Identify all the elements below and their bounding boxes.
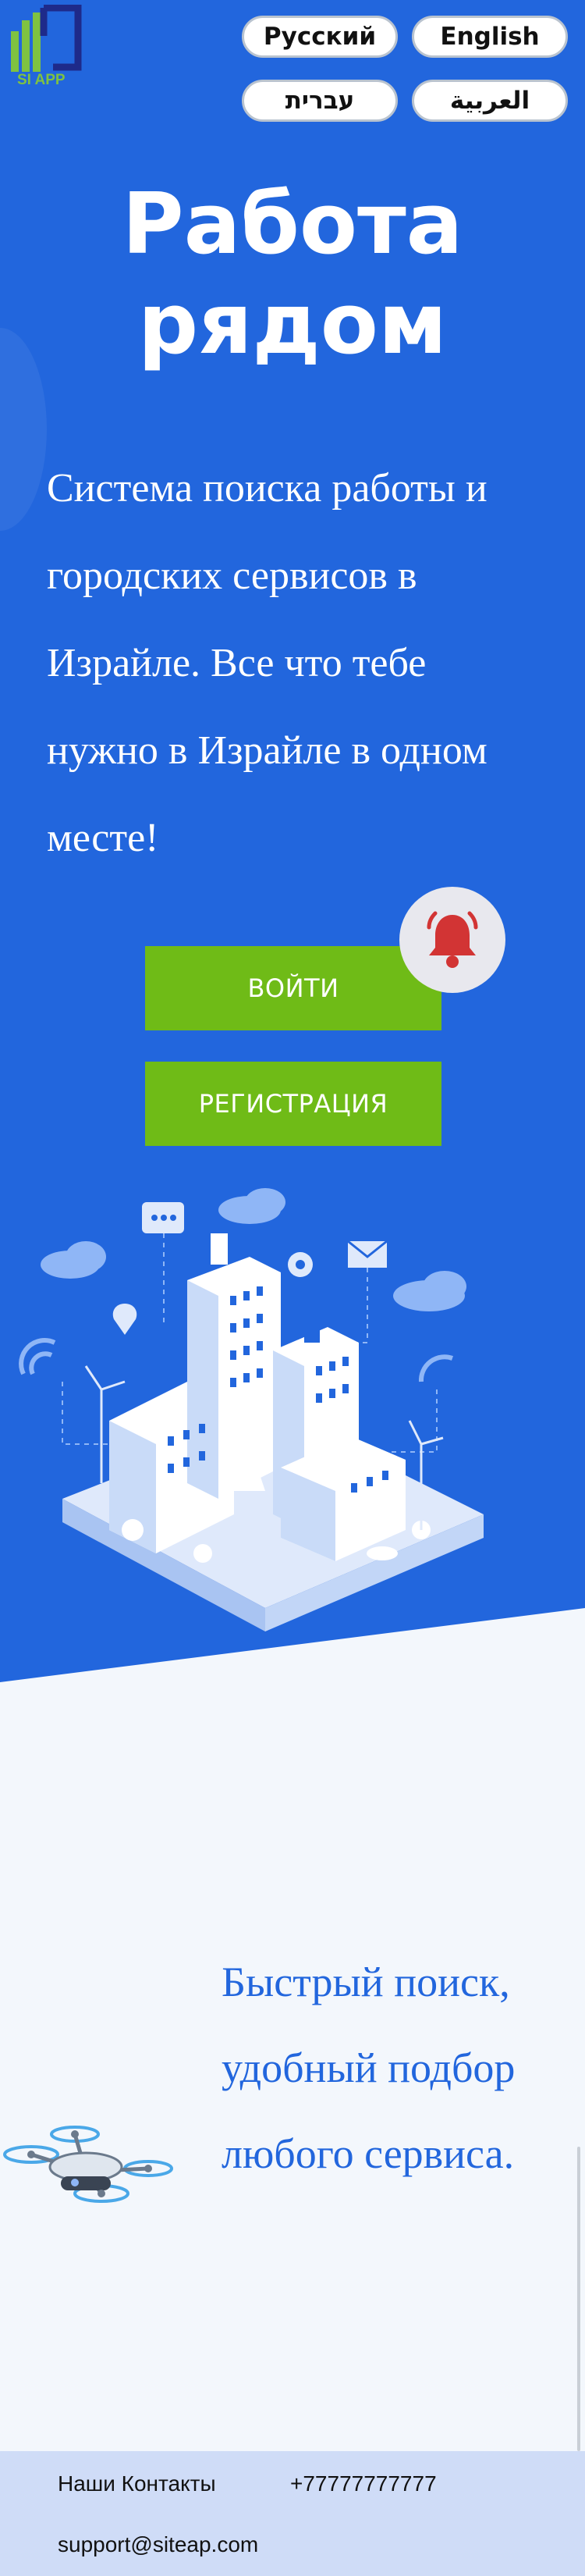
- drone-illustration: [3, 2126, 173, 2203]
- lang-hebrew-button[interactable]: עברית: [242, 80, 398, 122]
- hero-subtitle: Система поиска работы и городских сервис…: [47, 466, 488, 860]
- logo-icon[interactable]: SI APP: [9, 5, 87, 86]
- scrollbar[interactable]: [577, 2147, 580, 2451]
- lang-arabic-button[interactable]: العربية: [412, 80, 568, 122]
- feature-text: Быстрый поиск, удобный подбор любого сер…: [222, 1959, 516, 2177]
- hero-section: SI APP Русский English עברית العربية Раб…: [0, 0, 585, 1686]
- page-title: Работа рядом: [0, 175, 585, 375]
- lang-english-button[interactable]: English: [412, 16, 568, 58]
- phone-link[interactable]: +77777777777: [290, 2471, 437, 2496]
- city-illustration: [19, 1188, 484, 1631]
- register-button[interactable]: РЕГИСТРАЦИЯ: [145, 1062, 441, 1146]
- email-link[interactable]: support@siteap.com: [58, 2532, 258, 2557]
- login-button[interactable]: ВОЙТИ: [145, 946, 441, 1030]
- notification-bell-button[interactable]: [399, 887, 505, 993]
- footer: Наши Контакты +77777777777 support@sitea…: [0, 2451, 585, 2576]
- contacts-label: Наши Контакты: [58, 2471, 216, 2496]
- bell-icon: [427, 911, 478, 968]
- title-line-1: Работа: [122, 176, 463, 273]
- lang-russian-button[interactable]: Русский: [242, 16, 398, 58]
- logo-text: SI APP: [17, 72, 66, 86]
- title-line-2: рядом: [137, 276, 448, 373]
